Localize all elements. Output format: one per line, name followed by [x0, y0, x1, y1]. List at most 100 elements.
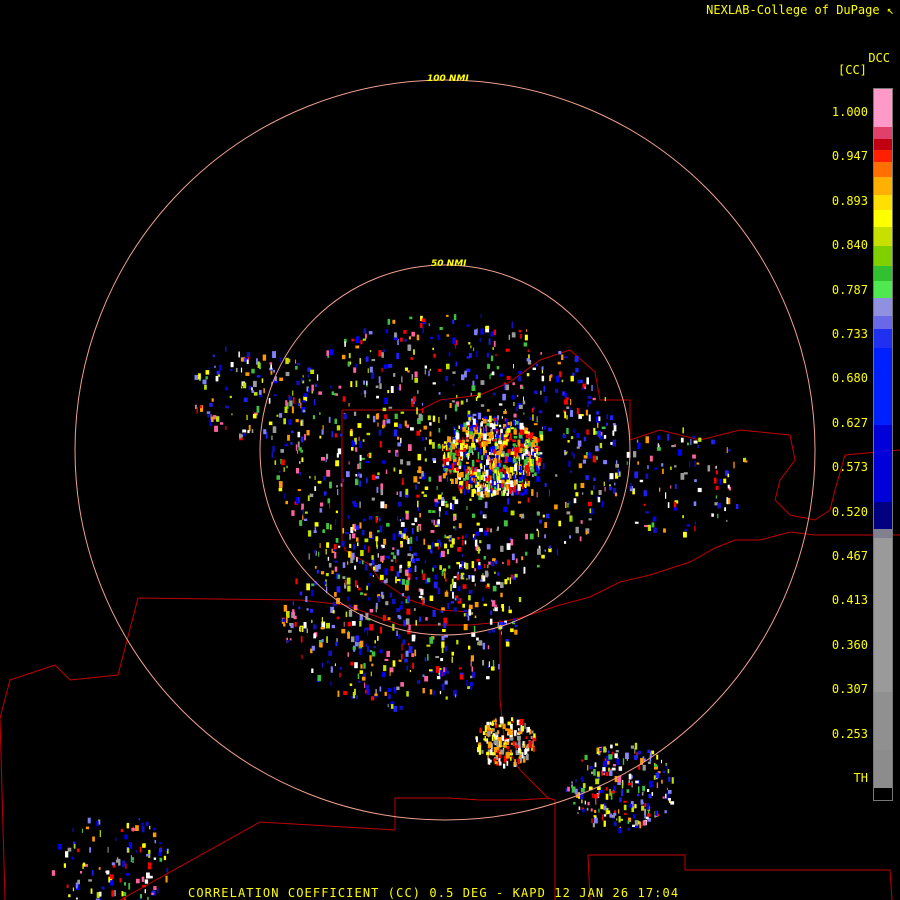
echo-pixel — [692, 454, 696, 459]
echo-pixel — [513, 364, 514, 369]
echo-pixel — [606, 414, 608, 420]
echo-pixel — [259, 395, 263, 398]
echo-pixel — [413, 552, 417, 556]
echo-pixel — [410, 427, 414, 431]
cursor-arrow-icon: ↖ — [879, 3, 894, 17]
echo-pixel — [384, 568, 388, 576]
echo-pixel — [661, 463, 664, 467]
echo-pixel — [543, 426, 547, 430]
echo-pixel — [477, 396, 478, 399]
legend-tick: 0.467 — [831, 549, 868, 563]
echo-pixel — [656, 754, 659, 760]
echo-pixel — [634, 820, 639, 826]
echo-pixel — [655, 772, 660, 779]
echo-pixel — [399, 491, 402, 497]
echo-pixel — [239, 433, 242, 439]
echo-pixel — [645, 511, 650, 514]
echo-pixel — [565, 501, 567, 508]
echo-pixel — [561, 379, 564, 383]
echo-pixel — [618, 816, 621, 823]
echo-pixel — [444, 468, 449, 472]
echo-pixel — [368, 597, 371, 601]
echo-pixel — [308, 379, 311, 382]
echo-pixel — [571, 516, 573, 522]
echo-pixel — [385, 578, 388, 583]
echo-pixel — [478, 412, 482, 420]
echo-pixel — [416, 334, 420, 341]
echo-pixel — [434, 543, 439, 547]
echo-pixel — [441, 641, 445, 648]
echo-pixel — [251, 368, 255, 374]
echo-pixel — [131, 828, 136, 831]
echo-pixel — [457, 536, 460, 540]
echo-pixel — [415, 577, 418, 580]
echo-pixel — [445, 511, 448, 515]
echo-pixel — [446, 314, 449, 317]
echo-pixel — [465, 534, 467, 538]
echo-pixel — [369, 608, 374, 613]
echo-pixel — [504, 487, 506, 494]
echo-pixel — [410, 357, 413, 360]
legend-tick: 0.733 — [831, 327, 868, 341]
echo-pixel — [459, 477, 462, 480]
echo-pixel — [508, 334, 511, 340]
echo-pixel — [496, 455, 499, 459]
echo-pixel — [494, 442, 498, 446]
echo-pixel — [396, 686, 400, 691]
echo-pixel — [673, 507, 677, 511]
echo-pixel — [358, 560, 362, 564]
echo-pixel — [351, 636, 355, 643]
echo-pixel — [603, 820, 606, 827]
echo-pixel — [411, 523, 415, 526]
echo-pixel — [501, 605, 505, 612]
echo-pixel — [570, 407, 572, 411]
echo-pixel — [341, 628, 346, 634]
echo-pixel — [690, 438, 692, 446]
echo-pixel — [493, 340, 496, 347]
echo-pixel — [580, 788, 585, 793]
echo-pixel — [387, 318, 391, 325]
echo-pixel — [246, 414, 248, 421]
echo-pixel — [493, 740, 498, 745]
echo-pixel — [528, 740, 533, 748]
echo-pixel — [289, 400, 293, 407]
echo-pixel — [538, 457, 542, 463]
echo-pixel — [387, 617, 391, 621]
echo-pixel — [330, 681, 332, 686]
echo-pixel — [530, 468, 534, 473]
echo-pixel — [502, 467, 504, 472]
echo-pixel — [488, 561, 491, 565]
echo-pixel — [438, 475, 442, 482]
echo-pixel — [398, 423, 402, 429]
echo-pixel — [501, 416, 503, 419]
echo-pixel — [581, 779, 584, 782]
legend-unit: [CC] — [838, 63, 867, 77]
echo-pixel — [375, 476, 380, 479]
echo-pixel — [508, 484, 511, 488]
echo-pixel — [376, 486, 379, 493]
echo-pixel — [663, 528, 666, 533]
echo-pixel — [507, 457, 512, 462]
echo-pixel — [99, 830, 101, 838]
echo-pixel — [390, 559, 394, 562]
echo-pixel — [496, 431, 498, 434]
echo-pixel — [377, 635, 379, 641]
echo-pixel — [421, 491, 425, 494]
echo-pixel — [363, 518, 366, 522]
echo-pixel — [76, 897, 78, 900]
echo-pixel — [468, 589, 473, 594]
echo-pixel — [524, 722, 526, 729]
echo-pixel — [503, 763, 506, 769]
echo-pixel — [447, 442, 450, 448]
echo-pixel — [63, 863, 66, 868]
echo-pixel — [514, 730, 517, 736]
echo-pixel — [575, 367, 579, 373]
echo-pixel — [326, 350, 329, 356]
echo-pixel — [330, 385, 332, 389]
echo-pixel — [431, 519, 433, 523]
echo-pixel — [225, 346, 227, 352]
echo-pixel — [111, 862, 115, 866]
echo-pixel — [501, 631, 502, 635]
echo-pixel — [413, 476, 418, 483]
echo-pixel — [587, 501, 592, 507]
